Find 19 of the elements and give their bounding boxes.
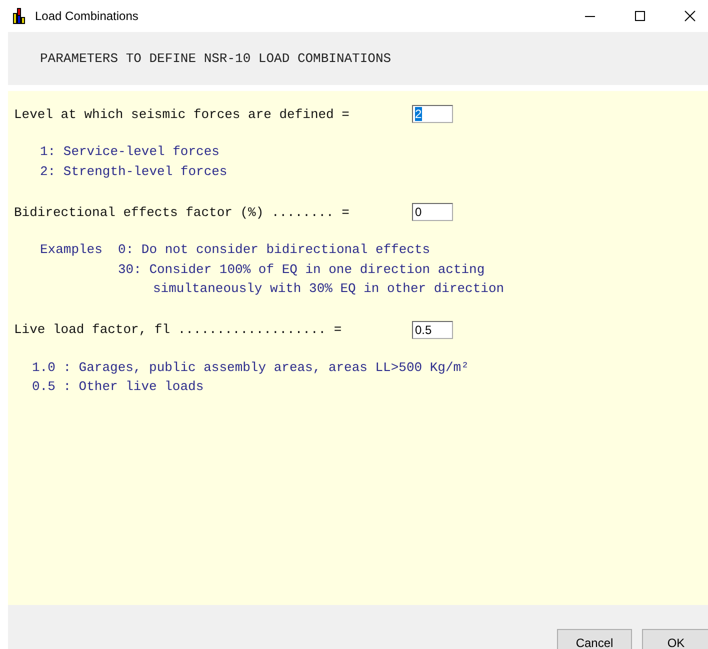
option-note: 1: Service-level forces: [39, 143, 220, 161]
cancel-button[interactable]: Cancel: [557, 629, 632, 649]
parameter-label: Bidirectional effects factor (%) ........ =: [14, 204, 350, 220]
header-title: PARAMETERS TO DEFINE NSR-10 LOAD COMBINATIONS: [40, 51, 392, 66]
option-note: 30: Consider 100% of EQ in one direction acting: [117, 260, 486, 278]
option-note: 0.5 : Other live loads: [31, 378, 205, 396]
input-field[interactable]: 0.5: [412, 320, 453, 338]
option-note: simultaneously with 30% EQ in other direction: [152, 280, 506, 298]
input-field[interactable]: 2: [412, 105, 453, 123]
parameter-label: Level at which seismic forces are defined =: [14, 106, 350, 122]
maximize-icon[interactable]: [634, 10, 646, 22]
option-note: Examples 0: Do not consider bidirectional effects: [39, 241, 432, 259]
input-field[interactable]: 0: [412, 203, 453, 221]
option-note: 1.0 : Garages, public assembly areas, areas LL>500 Kg/m²: [31, 358, 470, 376]
close-icon[interactable]: [684, 10, 696, 22]
window-title: Load Combinations: [35, 9, 138, 23]
ok-button[interactable]: OK: [642, 629, 708, 649]
option-note: 2: Strength-level forces: [39, 162, 228, 180]
parameter-label: Live load factor, fl ................... =: [14, 322, 343, 337]
